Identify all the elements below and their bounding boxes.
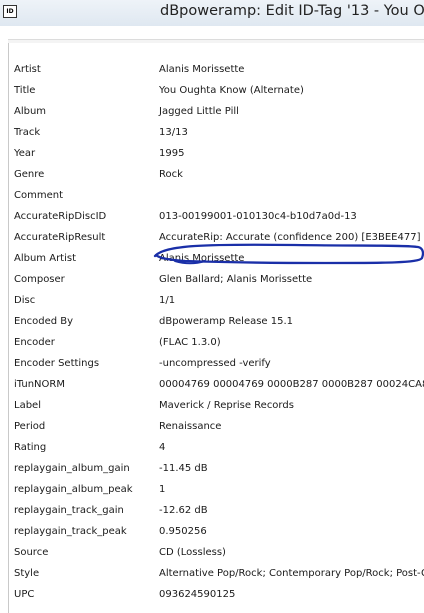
tag-row[interactable]: Album Artist Alanis Morissette (9, 250, 424, 271)
window-titlebar: ID dBpoweramp: Edit ID-Tag '13 - You Ou (0, 0, 424, 27)
tag-row[interactable]: Artist Alanis Morissette (9, 61, 424, 82)
tag-row[interactable]: Label Maverick / Reprise Records (9, 397, 424, 418)
tag-value[interactable]: -uncompressed -verify (159, 358, 271, 369)
tag-value[interactable]: Maverick / Reprise Records (159, 400, 294, 411)
tag-name: replaygain_album_gain (14, 463, 130, 474)
tag-row[interactable]: Track 13/13 (9, 124, 424, 145)
tag-row[interactable]: AccurateRipResult AccurateRip: Accurate (… (9, 229, 424, 250)
tag-value[interactable]: AccurateRip: Accurate (confidence 200) [… (159, 232, 420, 243)
tag-value[interactable]: Glen Ballard; Alanis Morissette (159, 274, 312, 285)
tag-value[interactable]: You Oughta Know (Alternate) (159, 85, 304, 96)
tag-name: UPC (14, 589, 35, 600)
tag-row[interactable]: Comment (9, 187, 424, 208)
tag-row[interactable]: Title You Oughta Know (Alternate) (9, 82, 424, 103)
tag-row[interactable]: Genre Rock (9, 166, 424, 187)
tag-row[interactable]: Period Renaissance (9, 418, 424, 439)
tag-value[interactable]: 1995 (159, 148, 184, 159)
tag-value[interactable]: -11.45 dB (159, 463, 208, 474)
window-title: dBpoweramp: Edit ID-Tag '13 - You Ou (160, 3, 424, 19)
tag-row[interactable]: Year 1995 (9, 145, 424, 166)
tag-name: Encoded By (14, 316, 74, 327)
tag-name: iTunNORM (14, 379, 65, 390)
tag-name: Album (14, 106, 47, 117)
tag-name: replaygain_track_gain (14, 505, 124, 516)
tag-value[interactable]: 13/13 (159, 127, 188, 138)
tag-name: Encoder Settings (14, 358, 100, 369)
tag-name: AccurateRipResult (14, 232, 106, 243)
tag-name: Label (14, 400, 41, 411)
tag-name: Disc (14, 295, 36, 306)
tag-value[interactable]: 093624590125 (159, 589, 235, 600)
tag-rows: Artist Alanis Morissette Title You Oughta K… (9, 61, 424, 607)
tag-name: Style (14, 568, 40, 579)
tag-value[interactable]: CD (Lossless) (159, 547, 226, 558)
tag-value[interactable]: 013-00199001-010130c4-b10d7a0d-13 (159, 211, 357, 222)
tag-value[interactable]: -12.62 dB (159, 505, 208, 516)
tag-row[interactable]: replaygain_track_peak 0.950256 (9, 523, 424, 544)
tag-name: Source (14, 547, 49, 558)
tag-name: Rating (14, 442, 47, 453)
tag-row[interactable]: Encoder Settings -uncompressed -verify (9, 355, 424, 376)
tag-name: Artist (14, 64, 41, 75)
tag-name: Album Artist (14, 253, 77, 264)
tag-row[interactable]: replaygain_album_peak 1 (9, 481, 424, 502)
tag-name: Period (14, 421, 46, 432)
tag-name: Comment (14, 190, 63, 201)
tag-value[interactable]: Alternative Pop/Rock; Contemporary Pop/R… (159, 568, 424, 579)
tag-row[interactable]: Style Alternative Pop/Rock; Contemporary … (9, 565, 424, 586)
tag-value[interactable]: (FLAC 1.3.0) (159, 337, 221, 348)
tag-value[interactable]: dBpoweramp Release 15.1 (159, 316, 293, 327)
tag-name: Composer (14, 274, 65, 285)
tag-row[interactable]: Encoder (FLAC 1.3.0) (9, 334, 424, 355)
tag-name: Year (14, 148, 36, 159)
tag-value[interactable]: 0.950256 (159, 526, 207, 537)
tag-value[interactable]: Renaissance (159, 421, 221, 432)
tag-value[interactable]: Jagged Little Pill (159, 106, 239, 117)
tag-row[interactable]: Rating 4 (9, 439, 424, 460)
tag-value[interactable]: 1/1 (159, 295, 175, 306)
tag-row[interactable]: Album Jagged Little Pill (9, 103, 424, 124)
tag-row[interactable]: replaygain_track_gain -12.62 dB (9, 502, 424, 523)
tag-row[interactable]: Source CD (Lossless) (9, 544, 424, 565)
id-tag-app-icon[interactable]: ID (3, 5, 17, 18)
tag-value[interactable]: Alanis Morissette (159, 64, 244, 75)
tag-row[interactable]: AccurateRipDiscID 013-00199001-010130c4-b… (9, 208, 424, 229)
tag-name: AccurateRipDiscID (14, 211, 107, 222)
tag-row[interactable]: replaygain_album_gain -11.45 dB (9, 460, 424, 481)
tag-list-panel: Artist Alanis Morissette Title You Oughta K… (8, 43, 424, 613)
tag-value[interactable]: Alanis Morissette (159, 253, 244, 264)
tag-row[interactable]: UPC 093624590125 (9, 586, 424, 607)
tag-row[interactable]: Disc 1/1 (9, 292, 424, 313)
tag-value[interactable]: 00004769 00004769 0000B287 0000B287 0002… (159, 379, 424, 390)
window-body: Artist Alanis Morissette Title You Oughta K… (0, 26, 424, 613)
tag-name: Encoder (14, 337, 55, 348)
tag-value[interactable]: 4 (159, 442, 165, 453)
tag-value[interactable]: 1 (159, 484, 165, 495)
tag-name: replaygain_album_peak (14, 484, 133, 495)
tag-row[interactable]: iTunNORM 00004769 00004769 0000B287 0000… (9, 376, 424, 397)
tag-row[interactable]: Encoded By dBpoweramp Release 15.1 (9, 313, 424, 334)
tag-value[interactable]: Rock (159, 169, 183, 180)
tag-name: replaygain_track_peak (14, 526, 127, 537)
tag-name: Title (14, 85, 36, 96)
tag-name: Genre (14, 169, 45, 180)
tag-row[interactable]: Composer Glen Ballard; Alanis Morissette (9, 271, 424, 292)
tag-name: Track (14, 127, 41, 138)
